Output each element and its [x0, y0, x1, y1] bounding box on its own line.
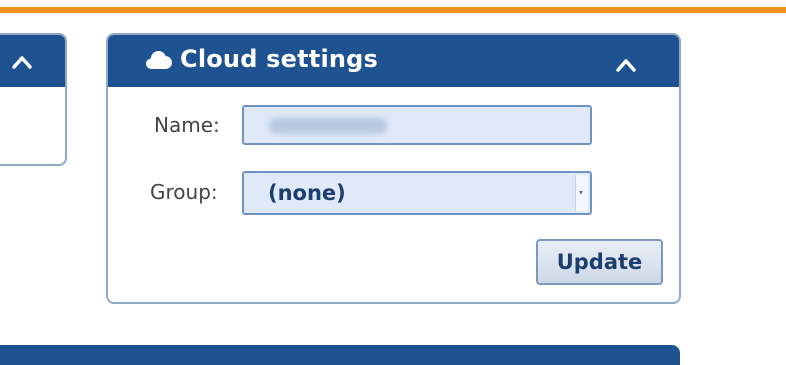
update-button[interactable]: Update — [536, 239, 663, 285]
select-arrow-icon[interactable]: ▾ — [575, 175, 588, 211]
chevron-up-icon[interactable] — [12, 55, 32, 69]
next-panel-header — [0, 345, 680, 365]
cloud-settings-panel: Cloud settings Name: Group: (none) ▾ Upd… — [106, 33, 681, 304]
group-selected-value: (none) — [268, 181, 346, 205]
cloud-settings-header[interactable]: Cloud settings — [108, 35, 679, 87]
chevron-up-icon[interactable] — [616, 58, 636, 72]
redacted-name-value — [268, 118, 388, 134]
cloud-icon — [146, 50, 172, 70]
group-select[interactable]: (none) ▾ — [242, 171, 592, 215]
name-label: Name: — [154, 113, 220, 137]
left-settings-panel — [0, 33, 67, 166]
left-panel-header — [0, 35, 65, 87]
top-accent-bar — [0, 7, 786, 13]
group-label: Group: — [150, 180, 218, 204]
panel-title: Cloud settings — [180, 45, 379, 73]
